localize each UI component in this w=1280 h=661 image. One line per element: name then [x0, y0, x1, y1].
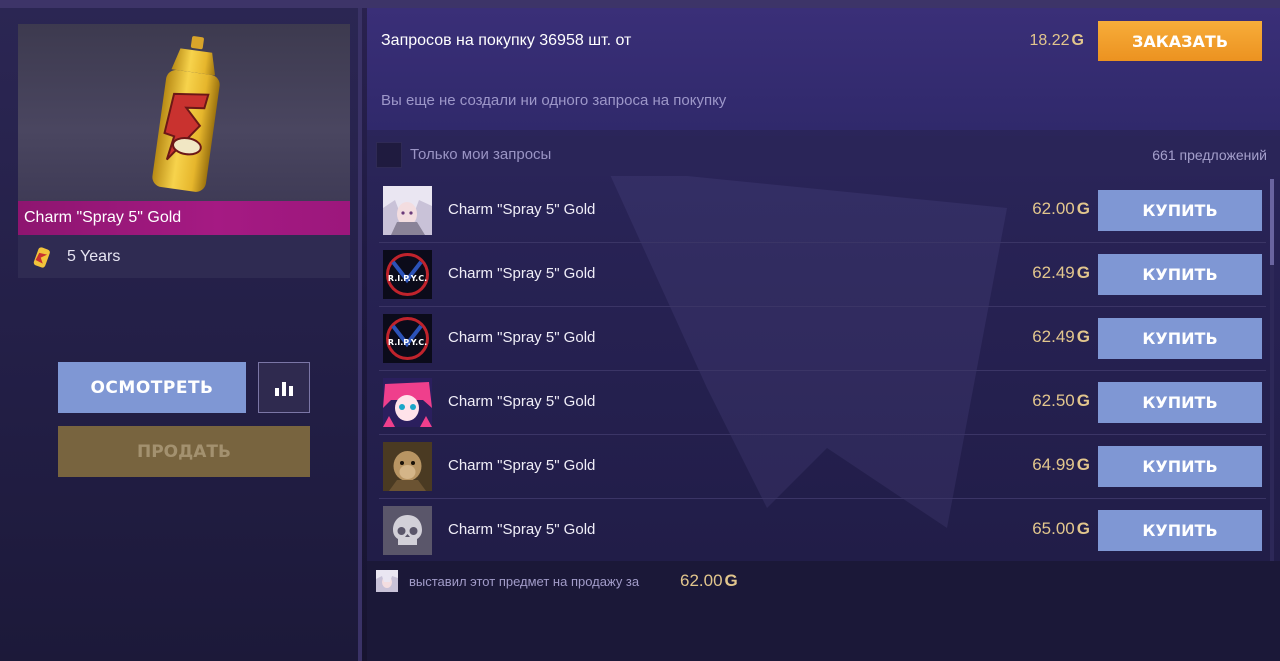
offer-price: 62.00 G	[1032, 199, 1090, 219]
offer-price-value: 62.49	[1032, 263, 1075, 282]
offer-price: 64.99 G	[1032, 455, 1090, 475]
rip-clan-logo-avatar: R.I.P.Y.C.	[383, 250, 432, 299]
only-mine-checkbox[interactable]	[376, 142, 402, 168]
only-mine-label[interactable]: Только мои запросы	[410, 146, 551, 163]
offer-row: Charm "Spray 5" Gold 62.50 G КУПИТЬ	[379, 371, 1266, 435]
item-collection: 5 Years	[18, 235, 350, 278]
gold-currency-icon: G	[1071, 32, 1084, 49]
gold-currency-icon: G	[1076, 519, 1090, 538]
rip-logo-text: R.I.P.Y.C.	[388, 338, 427, 347]
requests-min-price: 18.22 G	[1030, 32, 1085, 50]
rip-clan-logo-avatar: R.I.P.Y.C.	[383, 314, 432, 363]
item-card: Charm "Spray 5" Gold 5 Years	[18, 24, 350, 278]
offer-price: 62.49 G	[1032, 327, 1090, 347]
rip-logo-text: R.I.P.Y.C.	[388, 274, 427, 283]
requests-empty-message: Вы еще не создали ни одного запроса на п…	[381, 92, 727, 109]
requests-count-label: Запросов на покупку 36958 шт. от	[381, 32, 632, 49]
gold-currency-icon: G	[1076, 263, 1090, 282]
offer-price-value: 62.49	[1032, 327, 1075, 346]
offer-row: Charm "Spray 5" Gold 62.00 G КУПИТЬ	[379, 179, 1266, 243]
offer-price-value: 62.50	[1032, 391, 1075, 410]
offer-price-value: 62.00	[1032, 199, 1075, 218]
last-sale-text: выставил этот предмет на продажу за	[409, 574, 640, 589]
last-sale-info: выставил этот предмет на продажу за 62.0…	[367, 561, 1280, 661]
offer-item-name: Charm "Spray 5" Gold	[448, 201, 596, 218]
gold-currency-icon: G	[724, 571, 738, 590]
scrollbar-thumb[interactable]	[1270, 179, 1274, 265]
offer-row: R.I.P.Y.C. Charm "Spray 5" Gold 62.49 G К…	[379, 307, 1266, 371]
buy-requests-header: Запросов на покупку 36958 шт. от 18.22 G …	[367, 8, 1280, 130]
offer-row: Charm "Spray 5" Gold 64.99 G КУПИТЬ	[379, 435, 1266, 499]
top-border	[0, 0, 1280, 8]
filter-bar: Только мои запросы 661 предложений	[367, 136, 1280, 176]
offer-price: 62.50 G	[1032, 391, 1090, 411]
gold-currency-icon: G	[1076, 455, 1090, 474]
offer-price: 62.49 G	[1032, 263, 1090, 283]
offer-row: Charm "Spray 5" Gold 65.00 G КУПИТЬ	[379, 499, 1266, 563]
inspect-button[interactable]: ОСМОТРЕТЬ	[58, 362, 246, 413]
item-panel: Charm "Spray 5" Gold 5 Years ОСМОТРЕТЬ П…	[0, 8, 362, 661]
anime-girl-pink-hair-avatar	[383, 378, 432, 427]
requests-price-value: 18.22	[1029, 32, 1070, 49]
buy-button[interactable]: КУПИТЬ	[1098, 190, 1262, 231]
last-sale-price: 62.00 G	[680, 571, 738, 591]
market-panel: Запросов на покупку 36958 шт. от 18.22 G …	[367, 8, 1280, 661]
gold-spray-can-icon	[152, 36, 220, 192]
offer-item-name: Charm "Spray 5" Gold	[448, 265, 596, 282]
stats-button[interactable]	[258, 362, 310, 413]
bar-chart-icon	[275, 381, 293, 396]
offer-row: R.I.P.Y.C. Charm "Spray 5" Gold 62.49 G К…	[379, 243, 1266, 307]
item-name: Charm "Spray 5" Gold	[18, 201, 350, 235]
offer-price-value: 64.99	[1032, 455, 1075, 474]
gold-currency-icon: G	[1076, 391, 1090, 410]
offers-count: 661 предложений	[1152, 147, 1267, 163]
gold-currency-icon: G	[1076, 327, 1090, 346]
collection-spray-icon	[33, 246, 50, 268]
collection-label: 5 Years	[67, 247, 121, 265]
item-image	[18, 24, 350, 201]
offer-item-name: Charm "Spray 5" Gold	[448, 457, 596, 474]
skull-default-avatar	[383, 506, 432, 555]
buy-button[interactable]: КУПИТЬ	[1098, 446, 1262, 487]
buy-button[interactable]: КУПИТЬ	[1098, 382, 1262, 423]
buy-button[interactable]: КУПИТЬ	[1098, 318, 1262, 359]
sell-button[interactable]: ПРОДАТЬ	[58, 426, 310, 477]
offer-price: 65.00 G	[1032, 519, 1090, 539]
offers-list: Charm "Spray 5" Gold 62.00 G КУПИТЬ R.I.P…	[379, 179, 1266, 563]
buy-button[interactable]: КУПИТЬ	[1098, 254, 1262, 295]
buy-button[interactable]: КУПИТЬ	[1098, 510, 1262, 551]
offer-item-name: Charm "Spray 5" Gold	[448, 393, 596, 410]
seller-avatar	[376, 570, 398, 592]
offer-item-name: Charm "Spray 5" Gold	[448, 329, 596, 346]
offer-item-name: Charm "Spray 5" Gold	[448, 521, 596, 538]
offer-price-value: 65.00	[1032, 519, 1075, 538]
last-sale-price-value: 62.00	[680, 571, 723, 590]
order-button[interactable]: ЗАКАЗАТЬ	[1098, 21, 1262, 61]
monkey-photo-avatar	[383, 442, 432, 491]
gold-currency-icon: G	[1076, 199, 1090, 218]
offers-scrollbar[interactable]	[1270, 179, 1274, 561]
anime-girl-white-hair-avatar	[383, 186, 432, 235]
